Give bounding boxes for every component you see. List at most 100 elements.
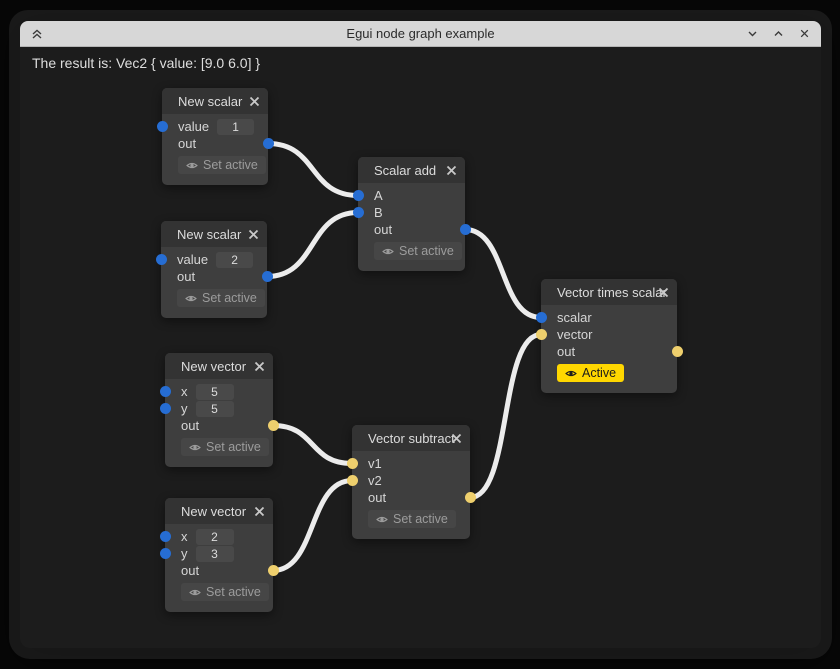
node-body: value1outSet active <box>162 114 268 185</box>
port-x-input[interactable] <box>160 386 171 397</box>
node-row-vector: vector <box>541 326 677 343</box>
port-value-input[interactable] <box>157 121 168 132</box>
eye-icon <box>189 588 201 597</box>
value-field-y[interactable]: 3 <box>196 546 234 562</box>
action-button-label: Set active <box>202 291 257 305</box>
node-new-vector-1[interactable]: New vectorx5y5outSet active <box>165 353 273 467</box>
node-title: New vector <box>181 504 246 519</box>
node-title: Vector times scalar <box>557 285 667 300</box>
node-title: New scalar <box>177 227 241 242</box>
node-row-out: out <box>165 417 273 434</box>
node-close-icon[interactable] <box>246 227 260 241</box>
node-titlebar[interactable]: New scalar <box>162 88 268 114</box>
node-close-icon[interactable] <box>444 163 458 177</box>
row-label: out <box>368 490 386 505</box>
node-titlebar[interactable]: New vector <box>165 353 273 379</box>
node-close-icon[interactable] <box>252 504 266 518</box>
node-vector-times-scalar[interactable]: Vector times scalar scalarvectoroutActive <box>541 279 677 393</box>
node-row-out: out <box>165 562 273 579</box>
node-close-icon[interactable] <box>656 285 670 299</box>
port-x-input[interactable] <box>160 531 171 542</box>
port-B-input[interactable] <box>353 207 364 218</box>
value-field-value[interactable]: 2 <box>216 252 253 268</box>
node-scalar-add[interactable]: Scalar add ABout Set active <box>358 157 465 271</box>
maximize-icon[interactable] <box>769 25 787 43</box>
node-body: x2y3out Set active <box>165 524 273 612</box>
node-body: value2outSet active <box>161 247 267 318</box>
nodes-layer: New scalar value 1 out Set active Scalar add A… <box>20 47 821 648</box>
port-vector-input[interactable] <box>536 329 547 340</box>
eye-icon <box>382 247 394 256</box>
collapse-window-icon[interactable] <box>28 25 46 43</box>
node-row-x: x2 <box>165 528 273 545</box>
window-titlebar[interactable]: Egui node graph example <box>20 21 821 47</box>
port-out-output[interactable] <box>460 224 471 235</box>
set-active-button[interactable]: Set active <box>178 156 266 174</box>
set-active-button[interactable]: Set active <box>177 289 265 307</box>
set-active-button[interactable]: Set active <box>368 510 456 528</box>
eye-icon <box>376 515 388 524</box>
app-window: Egui node graph example The result is: V… <box>20 21 821 648</box>
node-body: scalarvectoroutActive <box>541 305 677 393</box>
node-row-y: y5 <box>165 400 273 417</box>
port-out-output[interactable] <box>465 492 476 503</box>
set-active-button[interactable]: Set active <box>374 242 462 260</box>
node-titlebar[interactable]: New scalar <box>161 221 267 247</box>
node-row-value: value 2 <box>161 251 267 268</box>
action-button-label: Set active <box>393 512 448 526</box>
close-icon[interactable] <box>795 25 813 43</box>
row-label: out <box>178 136 196 151</box>
value-field-value[interactable]: 1 <box>217 119 254 135</box>
eye-icon <box>189 443 201 452</box>
node-title: Scalar add <box>374 163 436 178</box>
node-titlebar[interactable]: Scalar add <box>358 157 465 183</box>
port-out-output[interactable] <box>268 565 279 576</box>
row-label: y <box>181 546 188 561</box>
row-label: B <box>374 205 383 220</box>
node-row-v2: v2 <box>352 472 470 489</box>
port-out-output[interactable] <box>268 420 279 431</box>
row-label: out <box>181 418 199 433</box>
set-active-button[interactable]: Set active <box>181 583 269 601</box>
action-button-label: Set active <box>203 158 258 172</box>
port-out-output[interactable] <box>672 346 683 357</box>
node-body: ABout Set active <box>358 183 465 271</box>
set-active-button[interactable]: Set active <box>181 438 269 456</box>
node-body: x5y5outSet active <box>165 379 273 467</box>
node-titlebar[interactable]: Vector times scalar <box>541 279 677 305</box>
minimize-icon[interactable] <box>743 25 761 43</box>
port-y-input[interactable] <box>160 403 171 414</box>
node-close-icon[interactable] <box>252 359 266 373</box>
value-field-y[interactable]: 5 <box>196 401 234 417</box>
port-out-output[interactable] <box>262 271 273 282</box>
port-v1-input[interactable] <box>347 458 358 469</box>
node-new-scalar-1[interactable]: New scalarvalue1outSet active <box>162 88 268 185</box>
row-label: v2 <box>368 473 382 488</box>
eye-icon <box>565 369 577 378</box>
node-vector-subtract[interactable]: Vector subtractv1v2outSet active <box>352 425 470 539</box>
node-close-icon[interactable] <box>247 94 261 108</box>
row-label: y <box>181 401 188 416</box>
window-title: Egui node graph example <box>20 26 821 41</box>
node-new-vector-2[interactable]: New vector x2y3out Set active <box>165 498 273 612</box>
node-titlebar[interactable]: New vector <box>165 498 273 524</box>
node-row-A: A <box>358 187 465 204</box>
node-row-x: x5 <box>165 383 273 400</box>
port-y-input[interactable] <box>160 548 171 559</box>
node-new-scalar-2[interactable]: New scalarvalue2outSet active <box>161 221 267 318</box>
graph-canvas[interactable]: The result is: Vec2 { value: [9.0 6.0] }… <box>20 47 821 648</box>
value-field-x[interactable]: 2 <box>196 529 234 545</box>
port-out-output[interactable] <box>263 138 274 149</box>
port-value-input[interactable] <box>156 254 167 265</box>
port-v2-input[interactable] <box>347 475 358 486</box>
node-titlebar[interactable]: Vector subtract <box>352 425 470 451</box>
row-label: value <box>177 252 208 267</box>
node-title: New scalar <box>178 94 242 109</box>
active-button[interactable]: Active <box>557 364 624 382</box>
port-A-input[interactable] <box>353 190 364 201</box>
row-label: out <box>374 222 392 237</box>
value-field-x[interactable]: 5 <box>196 384 234 400</box>
port-scalar-input[interactable] <box>536 312 547 323</box>
node-close-icon[interactable] <box>449 431 463 445</box>
action-button-label: Set active <box>206 440 261 454</box>
